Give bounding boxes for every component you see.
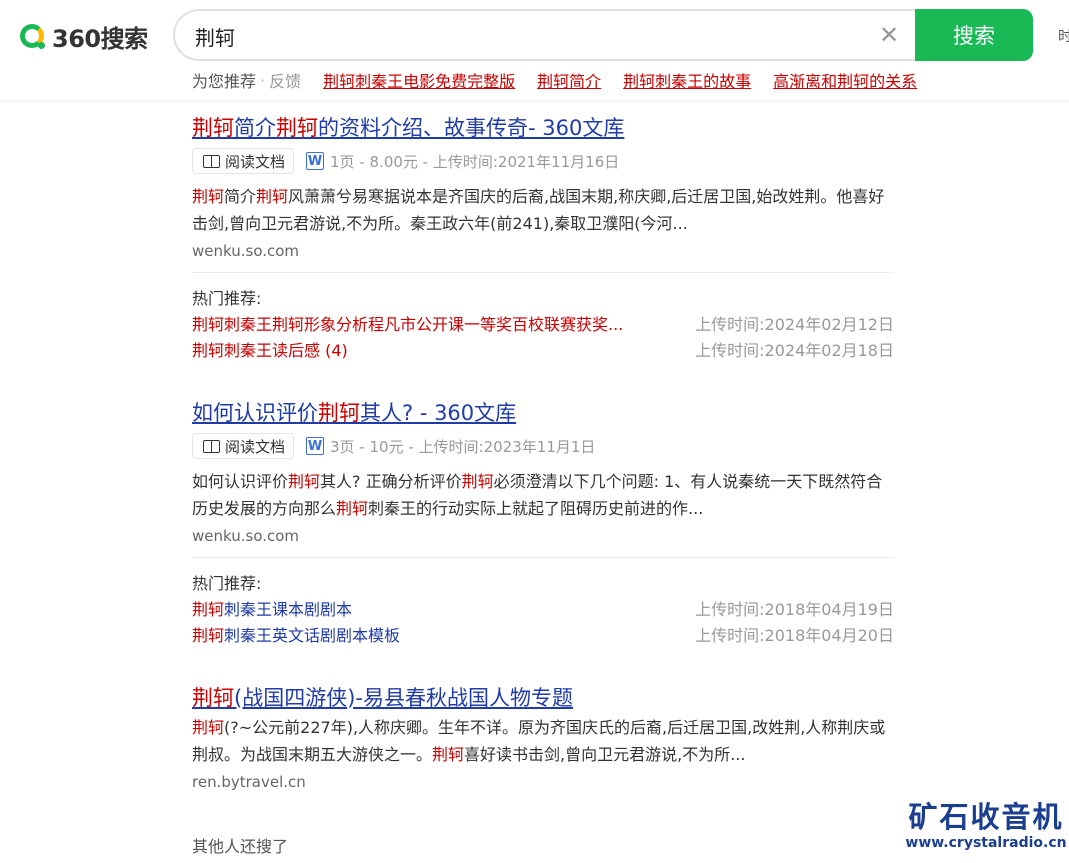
search-box: ✕	[173, 9, 916, 61]
upload-time: 上传时间:2024年02月12日	[695, 315, 894, 334]
title-highlight: 荆轲	[276, 116, 318, 140]
doc-meta: 3页 - 10元 - 上传时间:2023年11月1日	[330, 437, 596, 456]
list-item: 荆轲刺秦王英文话剧剧本模板 上传时间:2018年04月20日	[192, 623, 894, 649]
separator-dot: ·	[260, 70, 266, 90]
word-doc-icon: W	[306, 437, 325, 455]
read-document-label: 阅读文档	[225, 152, 286, 171]
result-url: wenku.so.com	[192, 527, 300, 545]
hot-item-link[interactable]: 荆轲刺秦王荆轲形象分析程凡市公开课一等奖百校联赛获奖...	[192, 312, 623, 338]
search-result: 荆轲简介荆轲的资料介绍、故事传奇- 360文库 阅读文档 W 1页 - 8.00…	[192, 112, 894, 260]
close-icon[interactable]: ✕	[878, 23, 900, 47]
related-searches-label: 其他人还搜了	[192, 837, 289, 856]
hot-label: 热门推荐:	[192, 289, 262, 308]
search-button[interactable]: 搜索	[915, 9, 1033, 61]
list-item: 荆轲刺秦王读后感 (4) 上传时间:2024年02月18日	[192, 338, 894, 364]
hot-item-link[interactable]: 荆轲刺秦王英文话剧剧本模板	[192, 623, 400, 649]
list-item: 荆轲刺秦王荆轲形象分析程凡市公开课一等奖百校联赛获奖... 上传时间:2024年…	[192, 312, 894, 338]
feedback-link[interactable]: 反馈	[269, 68, 301, 92]
book-icon	[203, 154, 221, 168]
result-title-link[interactable]: 如何认识评价荆轲其人? - 360文库	[192, 397, 894, 427]
header: 360搜索 ✕ 搜索 时 为您推荐 · 反馈 荆轲刺秦王电影免费完整版 荆轲简介…	[0, 0, 1069, 100]
logo-text: 360搜索	[52, 24, 148, 53]
doc-meta: 1页 - 8.00元 - 上传时间:2021年11月16日	[330, 152, 620, 171]
recommend-link[interactable]: 荆轲刺秦王电影免费完整版	[323, 68, 515, 92]
search-result: 荆轲(战国四游侠)-易县春秋战国人物专题 荆轲(?~公元前227年),人称庆卿。…	[192, 682, 894, 791]
result-description: 荆轲简介荆轲风萧萧兮易寒据说本是齐国庆的后裔,战国末期,称庆卿,后迁居卫国,始改…	[192, 187, 885, 233]
read-document-label: 阅读文档	[225, 437, 286, 456]
result-title-link[interactable]: 荆轲(战国四游侠)-易县春秋战国人物专题	[192, 682, 894, 712]
hot-item-link[interactable]: 荆轲刺秦王读后感 (4)	[192, 338, 348, 364]
read-document-button[interactable]: 阅读文档	[192, 433, 295, 459]
hot-recommend: 热门推荐: 荆轲刺秦王荆轲形象分析程凡市公开课一等奖百校联赛获奖... 上传时间…	[192, 286, 894, 364]
search-result: 如何认识评价荆轲其人? - 360文库 阅读文档 W 3页 - 10元 - 上传…	[192, 397, 894, 545]
recommend-bar: 为您推荐 · 反馈 荆轲刺秦王电影免费完整版 荆轲简介 荆轲刺秦王的故事 高渐离…	[192, 68, 939, 92]
divider	[192, 557, 894, 558]
recommend-label: 为您推荐	[192, 72, 257, 91]
title-highlight: 荆轲	[192, 116, 234, 140]
result-meta: 阅读文档 W 3页 - 10元 - 上传时间:2023年11月1日	[192, 433, 894, 459]
word-doc-icon: W	[306, 152, 325, 170]
upload-time: 上传时间:2024年02月18日	[695, 341, 894, 360]
watermark-main: 矿石收音机	[908, 800, 1064, 834]
upload-time: 上传时间:2018年04月19日	[695, 600, 894, 619]
hot-item-link[interactable]: 荆轲刺秦王课本剧剧本	[192, 597, 352, 623]
recommend-link[interactable]: 荆轲简介	[537, 68, 601, 92]
recommend-link[interactable]: 荆轲刺秦王的故事	[623, 68, 751, 92]
watermark: 矿石收音机 www.crystalradio.cn	[903, 800, 1069, 852]
watermark-sub: www.crystalradio.cn	[905, 835, 1067, 851]
result-url: wenku.so.com	[192, 242, 300, 260]
result-meta: 阅读文档 W 1页 - 8.00元 - 上传时间:2021年11月16日	[192, 148, 894, 174]
logo[interactable]: 360搜索	[20, 20, 148, 53]
logo-mark-icon	[20, 24, 45, 49]
book-icon	[203, 439, 221, 453]
result-url: ren.bytravel.cn	[192, 773, 306, 791]
hot-label: 热门推荐:	[192, 574, 262, 593]
divider	[192, 272, 894, 273]
title-text: 的资料介绍、故事传奇- 360文库	[318, 116, 625, 140]
recommend-link[interactable]: 高渐离和荆轲的关系	[773, 68, 917, 92]
hot-recommend: 热门推荐: 荆轲刺秦王课本剧剧本 上传时间:2018年04月19日 荆轲刺秦王英…	[192, 571, 894, 649]
search-input[interactable]	[193, 19, 857, 53]
title-text: 简介	[234, 116, 276, 140]
edge-text: 时	[1058, 29, 1069, 45]
read-document-button[interactable]: 阅读文档	[192, 148, 295, 174]
list-item: 荆轲刺秦王课本剧剧本 上传时间:2018年04月19日	[192, 597, 894, 623]
result-description: 荆轲(?~公元前227年),人称庆卿。生年不详。原为齐国庆氏的后裔,后迁居卫国,…	[192, 718, 886, 764]
result-title-link[interactable]: 荆轲简介荆轲的资料介绍、故事传奇- 360文库	[192, 112, 894, 142]
upload-time: 上传时间:2018年04月20日	[695, 626, 894, 645]
result-description: 如何认识评价荆轲其人? 正确分析评价荆轲必须澄清以下几个问题: 1、有人说秦统一…	[192, 472, 883, 518]
